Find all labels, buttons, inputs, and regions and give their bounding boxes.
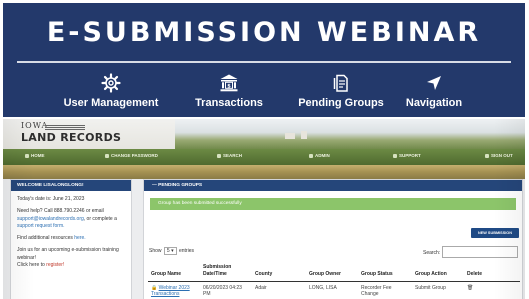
- cell-county: Adair: [255, 284, 267, 291]
- nav-search[interactable]: SEARCH: [217, 153, 242, 158]
- key-icon: [105, 153, 109, 158]
- col-group-status[interactable]: Group Status: [358, 264, 412, 282]
- resources-pre: Find additional resources: [17, 235, 73, 241]
- banner-divider: [17, 61, 511, 63]
- svg-text:$: $: [227, 83, 231, 89]
- col-county[interactable]: County: [252, 264, 306, 282]
- pending-groups-header: — PENDING GROUPS: [144, 180, 522, 191]
- cell-group-name: 🔒 Webinar 2023 Transactions: [148, 281, 200, 298]
- gear-icon: [101, 73, 121, 93]
- resources-link[interactable]: here.: [74, 235, 85, 241]
- nav-label: SIGN OUT: [491, 153, 513, 158]
- cell-delete: 🗑: [464, 281, 520, 298]
- col-submission-datetime[interactable]: Submission Date/Time: [200, 264, 252, 282]
- feature-user-management: User Management: [51, 73, 171, 109]
- nav-label: SEARCH: [223, 153, 243, 158]
- col-group-owner[interactable]: Group Owner: [306, 264, 358, 282]
- search-label: Search:: [423, 250, 441, 256]
- admin-icon: [309, 153, 313, 158]
- entries-selector: Show 5 ▾ entries: [149, 247, 194, 255]
- welcome-header: WELCOME LISALONGLONG!: [11, 180, 131, 191]
- site-header: IOWA LAND RECORDS: [3, 119, 525, 149]
- home-icon: [25, 153, 29, 158]
- logo-main-text: LAND RECORDS: [21, 131, 122, 144]
- entries-select[interactable]: 5 ▾: [163, 247, 177, 255]
- welcome-card: WELCOME LISALONGLONG! Today's date is: J…: [10, 179, 132, 299]
- support-request-link[interactable]: support request form.: [17, 223, 65, 229]
- col-delete[interactable]: Delete: [464, 264, 520, 282]
- nav-home[interactable]: HOME: [25, 153, 45, 158]
- register-link[interactable]: register!: [46, 262, 64, 268]
- app-screenshot: IOWA LAND RECORDS HOME CHANGE PASSWORD S…: [3, 119, 525, 299]
- todays-date: Today's date is: June 21, 2023: [17, 196, 85, 202]
- entries-value: 5: [166, 248, 170, 254]
- new-submission-button[interactable]: NEW SUBMISSION: [471, 228, 519, 238]
- resources-text: Find additional resources here.: [11, 235, 131, 242]
- site-logo[interactable]: IOWA LAND RECORDS: [21, 121, 121, 144]
- cell-status: Recorder Fee Change: [361, 284, 392, 298]
- help-text: Need help? Call 888.790.2246 or email su…: [11, 208, 131, 230]
- nav-support[interactable]: SUPPORT: [393, 153, 421, 158]
- farm-building: [285, 133, 295, 139]
- pending-groups-title: PENDING GROUPS: [158, 183, 203, 188]
- banner-title: E-SUBMISSION WEBINAR: [46, 17, 482, 48]
- nav-label: HOME: [31, 153, 45, 158]
- nav-admin[interactable]: ADMIN: [309, 153, 330, 158]
- success-alert: Group has been submitted successfully: [150, 198, 516, 210]
- webinar-banner: E-SUBMISSION WEBINAR User Management $ T…: [3, 3, 525, 117]
- bank-icon: $: [220, 74, 238, 92]
- arrow-cursor-icon: [427, 76, 441, 90]
- nav-label: CHANGE PASSWORD: [111, 153, 158, 158]
- feature-label: Transactions: [195, 97, 263, 109]
- feature-label: Navigation: [405, 97, 463, 109]
- table-header-row: Group Name Submission Date/Time County G…: [148, 264, 520, 282]
- nav-change-password[interactable]: CHANGE PASSWORD: [105, 153, 158, 158]
- table-row: 🔒 Webinar 2023 Transactions 06/20/2023 0…: [148, 281, 520, 298]
- lock-icon: 🔒: [151, 284, 158, 291]
- farm-silo: [301, 131, 307, 139]
- nav-sign-out[interactable]: SIGN OUT: [485, 153, 513, 158]
- feature-label: User Management: [63, 97, 159, 109]
- sign-out-icon: [485, 153, 489, 158]
- col-group-action[interactable]: Group Action: [412, 264, 464, 282]
- search-input[interactable]: [442, 246, 518, 258]
- logo-lines: [45, 125, 85, 131]
- training-pre: Join us for an upcoming e-submission tra…: [17, 247, 119, 261]
- main-nav: HOME CHANGE PASSWORD SEARCH ADMIN SUPPOR…: [3, 149, 525, 165]
- cell-datetime: 06/20/2023 04:23 PM: [203, 284, 242, 298]
- feature-navigation: Navigation: [374, 73, 494, 109]
- document-icon: [333, 74, 348, 92]
- help-icon: [393, 153, 397, 158]
- nav-label: ADMIN: [315, 153, 330, 158]
- group-name-link[interactable]: Webinar 2023 Transactions: [151, 285, 190, 298]
- cell-owner: LONG, LISA: [309, 284, 337, 291]
- trash-icon[interactable]: 🗑: [467, 285, 473, 291]
- help-mid: , or complete a: [83, 215, 117, 222]
- nav-label: SUPPORT: [399, 153, 421, 158]
- cell-action[interactable]: Submit Group: [412, 281, 464, 298]
- pending-groups-table: Group Name Submission Date/Time County G…: [148, 264, 520, 298]
- training-click: Click here to: [17, 261, 45, 268]
- col-group-name[interactable]: Group Name: [148, 264, 200, 282]
- header-landscape-image: [175, 119, 525, 149]
- entries-label: entries: [178, 248, 194, 254]
- search-icon: [217, 153, 221, 158]
- fields-banner-image: [3, 165, 525, 179]
- feature-transactions: $ Transactions: [169, 73, 289, 109]
- training-text: Join us for an upcoming e-submission tra…: [11, 247, 131, 269]
- show-label: Show: [149, 248, 162, 254]
- feature-list: User Management $ Transactions Pending G…: [63, 73, 465, 115]
- help-pre: Need help? Call 888.790.2246 or email: [17, 208, 104, 215]
- support-email-link[interactable]: support@iowalandrecords.org: [17, 216, 84, 222]
- pending-groups-card: — PENDING GROUPS Group has been submitte…: [143, 179, 523, 299]
